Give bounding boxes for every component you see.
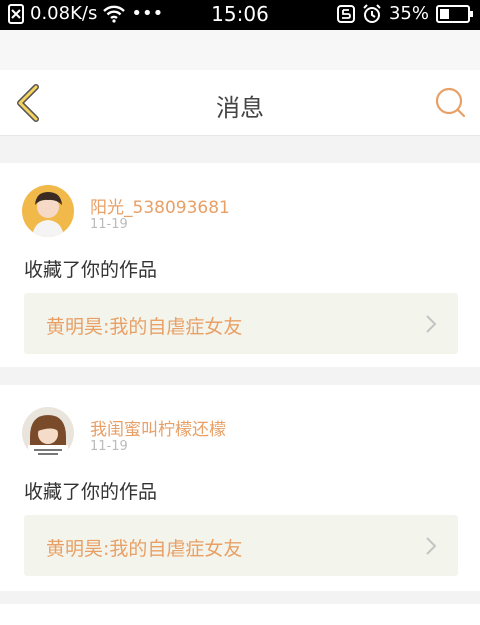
chevron-right-icon: [426, 315, 437, 333]
battery-icon: [436, 4, 473, 23]
search-icon[interactable]: [434, 86, 466, 118]
battery-percent: 35%: [388, 3, 429, 24]
status-bar: 0.08K/s ••• 15:06 35%: [0, 0, 480, 30]
work-title: 黄明昊:我的自虐症女友: [46, 538, 243, 560]
message-item[interactable]: 阳光_538093681 11-19 收藏了你的作品 黄明昊:我的自虐症女友: [0, 163, 480, 367]
alarm-icon: [363, 3, 381, 23]
message-item[interactable]: 我闺蜜叫柠檬还檬 11-19 收藏了你的作品 黄明昊:我的自虐症女友: [0, 385, 480, 591]
work-title: 黄明昊:我的自虐症女友: [46, 316, 243, 338]
work-link[interactable]: 黄明昊:我的自虐症女友: [24, 293, 458, 354]
username[interactable]: 我闺蜜叫柠檬还檬: [90, 415, 226, 440]
message-date: 11-19: [90, 439, 128, 454]
app-notification-icon: [336, 4, 355, 23]
chevron-right-icon: [426, 537, 437, 555]
work-link[interactable]: 黄明昊:我的自虐症女友: [24, 515, 458, 576]
message-action: 收藏了你的作品: [24, 481, 158, 503]
avatar[interactable]: [22, 185, 74, 237]
nav-header: 消息: [0, 70, 480, 136]
status-right: 35%: [336, 3, 473, 24]
message-action: 收藏了你的作品: [24, 259, 158, 281]
top-spacer: [0, 30, 480, 70]
page-title: 消息: [216, 94, 264, 122]
username[interactable]: 阳光_538093681: [90, 193, 230, 218]
next-item-peek: [0, 604, 480, 625]
message-date: 11-19: [90, 217, 128, 232]
avatar[interactable]: [22, 407, 74, 459]
